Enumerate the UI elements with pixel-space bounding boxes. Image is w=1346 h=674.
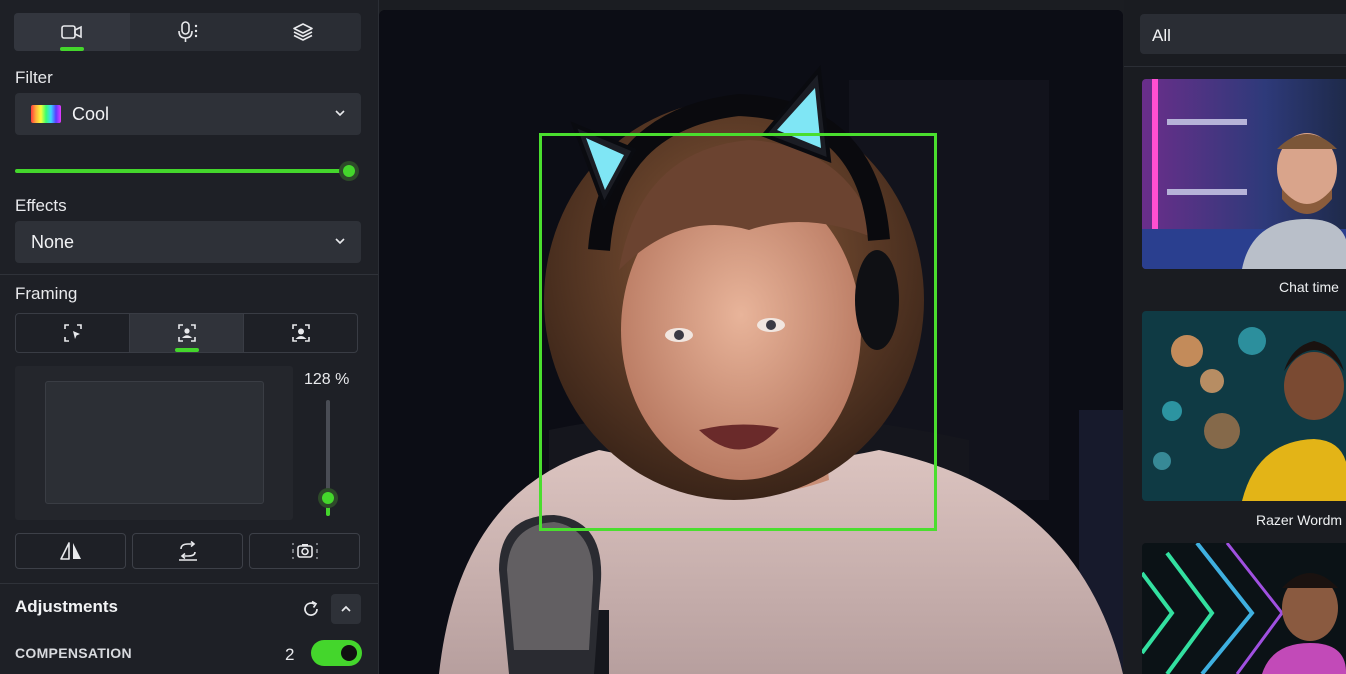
zoom-percentage: 128 % (304, 371, 350, 388)
filter-label: Filter (15, 68, 53, 87)
mirror-icon (59, 541, 83, 561)
chevron-down-icon (333, 106, 347, 120)
framing-mode-manual[interactable] (16, 314, 130, 352)
face-frame-icon (291, 323, 311, 343)
source-tab-bar (14, 13, 361, 51)
effects-dropdown[interactable]: None (15, 221, 361, 263)
framing-label: Framing (15, 284, 78, 303)
filter-intensity-handle[interactable] (339, 161, 359, 181)
section-divider (1124, 66, 1346, 67)
mirror-button[interactable] (15, 533, 126, 569)
background-label-1: Chat time (1279, 279, 1339, 295)
rotate-icon (176, 541, 200, 561)
snapshot-button[interactable] (249, 533, 360, 569)
section-divider (0, 274, 378, 275)
video-camera-icon (61, 24, 83, 40)
snapshot-icon (291, 541, 319, 561)
zoom-slider-handle[interactable] (318, 488, 338, 508)
filter-intensity-track[interactable] (15, 169, 349, 173)
tab-layers[interactable] (245, 13, 361, 51)
compensation-label: COMPENSATION (15, 645, 132, 661)
background-preview-image (1142, 311, 1346, 501)
framing-mode-face-track[interactable] (130, 314, 244, 352)
effects-label: Effects (15, 196, 67, 215)
background-thumbnail-3[interactable] (1142, 543, 1346, 674)
framing-mode-face-frame[interactable] (244, 314, 357, 352)
section-divider (0, 583, 378, 584)
background-thumbnail-1[interactable] (1142, 79, 1346, 269)
effects-selected-value: None (31, 231, 75, 252)
face-tracking-frame (539, 133, 937, 531)
tab-audio[interactable] (130, 13, 246, 51)
adjustments-title: Adjustments (15, 597, 118, 616)
chevron-down-icon (333, 234, 347, 248)
settings-panel: Filter Cool Effects None Framing 128 % A… (0, 0, 379, 674)
category-dropdown[interactable]: All (1140, 14, 1346, 54)
background-gallery-panel: All Chat time Razer Wordm (1124, 0, 1346, 674)
chevron-up-icon (339, 602, 353, 616)
background-preview-image (1142, 543, 1346, 674)
background-label-2: Razer Wordm (1256, 512, 1343, 528)
filter-dropdown[interactable]: Cool (15, 93, 361, 135)
compensation-toggle[interactable] (311, 640, 362, 666)
rotate-button[interactable] (132, 533, 243, 569)
active-mode-indicator (174, 348, 199, 352)
color-swatch-icon (31, 105, 61, 123)
tab-video[interactable] (14, 13, 130, 51)
background-thumbnail-2[interactable] (1142, 311, 1346, 501)
background-preview-image (1142, 79, 1346, 269)
framing-mode-selector (15, 313, 358, 353)
collapse-adjustments-button[interactable] (331, 594, 361, 624)
active-tab-indicator (59, 47, 84, 51)
face-track-icon (177, 323, 197, 343)
refresh-icon (302, 600, 320, 618)
layers-icon (292, 22, 314, 42)
reset-adjustments-button[interactable] (296, 594, 326, 624)
manual-select-icon (63, 323, 83, 343)
microphone-icon (176, 21, 200, 43)
camera-preview (379, 10, 1123, 674)
compensation-value: 2 (285, 645, 295, 664)
framing-region-box[interactable] (45, 381, 264, 504)
filter-selected-value: Cool (72, 103, 110, 124)
